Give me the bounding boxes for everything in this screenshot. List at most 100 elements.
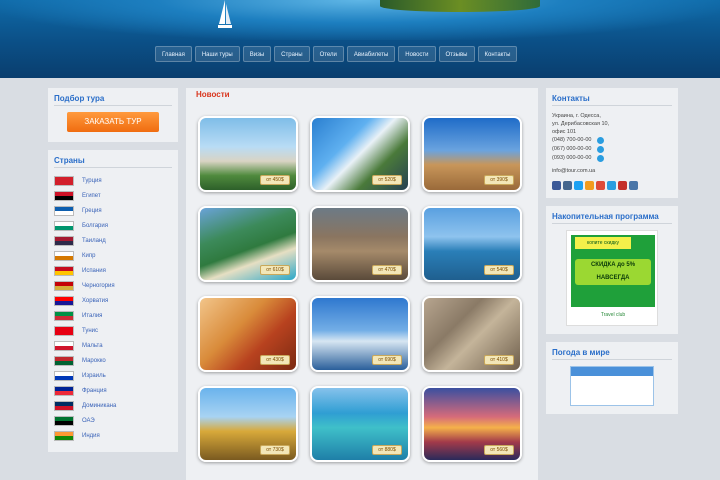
tour-tile[interactable]: от 690$	[310, 296, 410, 372]
tour-tile[interactable]: от 880$	[310, 386, 410, 462]
price-badge: от 560$	[484, 445, 514, 455]
header-sea-background	[0, 0, 720, 40]
nav-item[interactable]: Авиабилеты	[346, 46, 396, 62]
social-icon[interactable]	[585, 181, 594, 190]
country-link[interactable]: Израиль	[54, 369, 172, 382]
flag-icon	[54, 325, 74, 336]
country-link[interactable]: Болгария	[54, 219, 172, 232]
country-link[interactable]: Черногория	[54, 279, 172, 292]
tour-tile[interactable]: от 430$	[198, 296, 298, 372]
tour-tile[interactable]: от 730$	[198, 386, 298, 462]
tour-order-title: Подбор тура	[54, 92, 172, 106]
flag-icon	[54, 310, 74, 321]
flag-icon	[54, 280, 74, 291]
contacts-box: Контакты Украина, г. Одесса, ул. Дерибас…	[546, 88, 678, 198]
skype-icon[interactable]	[597, 155, 605, 162]
tour-tile[interactable]: от 560$	[422, 386, 522, 462]
price-badge: от 690$	[372, 355, 402, 365]
price-badge: от 610$	[260, 265, 290, 275]
nav-item[interactable]: Главная	[155, 46, 192, 62]
country-link[interactable]: Мальта	[54, 339, 172, 352]
phone-number[interactable]: (048) 700-00-00	[552, 136, 591, 145]
country-label: Индия	[82, 432, 100, 439]
main-nav: Главная Наши туры Визы Страны Отели Авиабилет…	[155, 46, 518, 62]
nav-item[interactable]: Отели	[312, 46, 344, 62]
social-icon[interactable]	[552, 181, 561, 190]
country-link[interactable]: Турция	[54, 174, 172, 187]
price-badge: от 430$	[260, 355, 290, 365]
social-icon[interactable]	[563, 181, 572, 190]
price-badge: от 450$	[260, 175, 290, 185]
address-line: офис 101	[552, 129, 577, 135]
country-label: Израиль	[82, 372, 106, 379]
country-label: Болгария	[82, 222, 108, 229]
nav-item[interactable]: Контакты	[477, 46, 518, 62]
social-icons-row	[552, 181, 672, 190]
country-link[interactable]: Кипр	[54, 249, 172, 262]
country-label: Испания	[82, 267, 106, 274]
country-link[interactable]: Хорватия	[54, 294, 172, 307]
country-link[interactable]: Франция	[54, 384, 172, 397]
flag-icon	[54, 295, 74, 306]
nav-item[interactable]: Страны	[274, 46, 310, 62]
price-badge: от 470$	[372, 265, 402, 275]
skype-icon[interactable]	[597, 146, 605, 153]
social-icon[interactable]	[607, 181, 616, 190]
skype-icon[interactable]	[597, 137, 605, 144]
country-link[interactable]: Греция	[54, 204, 172, 217]
countries-list: Турция Египет Греция Болгария Таиланд Кипр Исп…	[54, 174, 172, 442]
tour-tile[interactable]: от 520$	[310, 116, 410, 192]
tour-tile[interactable]: от 470$	[310, 206, 410, 282]
country-link[interactable]: Марокко	[54, 354, 172, 367]
country-link[interactable]: Таиланд	[54, 234, 172, 247]
weather-widget[interactable]	[570, 366, 654, 406]
banner-top-text: копите скидку	[575, 237, 631, 249]
nav-item[interactable]: Отзывы	[438, 46, 475, 62]
flag-icon	[54, 400, 74, 411]
flag-icon	[54, 190, 74, 201]
social-icon[interactable]	[596, 181, 605, 190]
country-link[interactable]: Тунис	[54, 324, 172, 337]
order-tour-button[interactable]: ЗАКАЗАТЬ ТУР	[67, 112, 159, 132]
tour-tile[interactable]: от 610$	[198, 206, 298, 282]
social-icon[interactable]	[574, 181, 583, 190]
country-label: ОАЭ	[82, 417, 95, 424]
loyalty-box: Накопительная программа копите скидку СК…	[546, 206, 678, 334]
price-badge: от 540$	[484, 265, 514, 275]
country-link[interactable]: ОАЭ	[54, 414, 172, 427]
phone-number[interactable]: (067) 000-00-00	[552, 145, 591, 154]
flag-icon	[54, 250, 74, 261]
country-label: Турция	[82, 177, 102, 184]
social-icon[interactable]	[618, 181, 627, 190]
tour-tile[interactable]: от 450$	[198, 116, 298, 192]
tour-tile[interactable]: от 390$	[422, 116, 522, 192]
phone-number[interactable]: (093) 000-00-00	[552, 154, 591, 163]
loyalty-banner[interactable]: копите скидку СКИДКА до 5% НАВСЕГДА Trav…	[566, 230, 658, 326]
tour-tile[interactable]: от 410$	[422, 296, 522, 372]
tour-tile[interactable]: от 540$	[422, 206, 522, 282]
nav-item[interactable]: Наши туры	[194, 46, 240, 62]
site-header: Главная Наши туры Визы Страны Отели Авиабилет…	[0, 0, 720, 78]
address-line: Украина, г. Одесса,	[552, 113, 601, 119]
country-link[interactable]: Доминикана	[54, 399, 172, 412]
country-label: Италия	[82, 312, 103, 319]
country-link[interactable]: Индия	[54, 429, 172, 442]
nav-item[interactable]: Новости	[398, 46, 436, 62]
country-label: Кипр	[82, 252, 96, 259]
flag-icon	[54, 220, 74, 231]
email-line[interactable]: info@tour.com.ua	[552, 167, 672, 175]
social-icon[interactable]	[629, 181, 638, 190]
banner-main-text: СКИДКА до 5% НАВСЕГДА	[575, 259, 651, 285]
country-link[interactable]: Италия	[54, 309, 172, 322]
weather-title: Погода в мире	[552, 346, 672, 360]
nav-item[interactable]: Визы	[242, 46, 272, 62]
flag-icon	[54, 175, 74, 186]
flag-icon	[54, 415, 74, 426]
flag-icon	[54, 340, 74, 351]
country-link[interactable]: Испания	[54, 264, 172, 277]
country-link[interactable]: Египет	[54, 189, 172, 202]
address-line: ул. Дерибасовская 10,	[552, 121, 610, 127]
price-badge: от 880$	[372, 445, 402, 455]
news-title: Новости	[196, 90, 230, 99]
flag-icon	[54, 355, 74, 366]
